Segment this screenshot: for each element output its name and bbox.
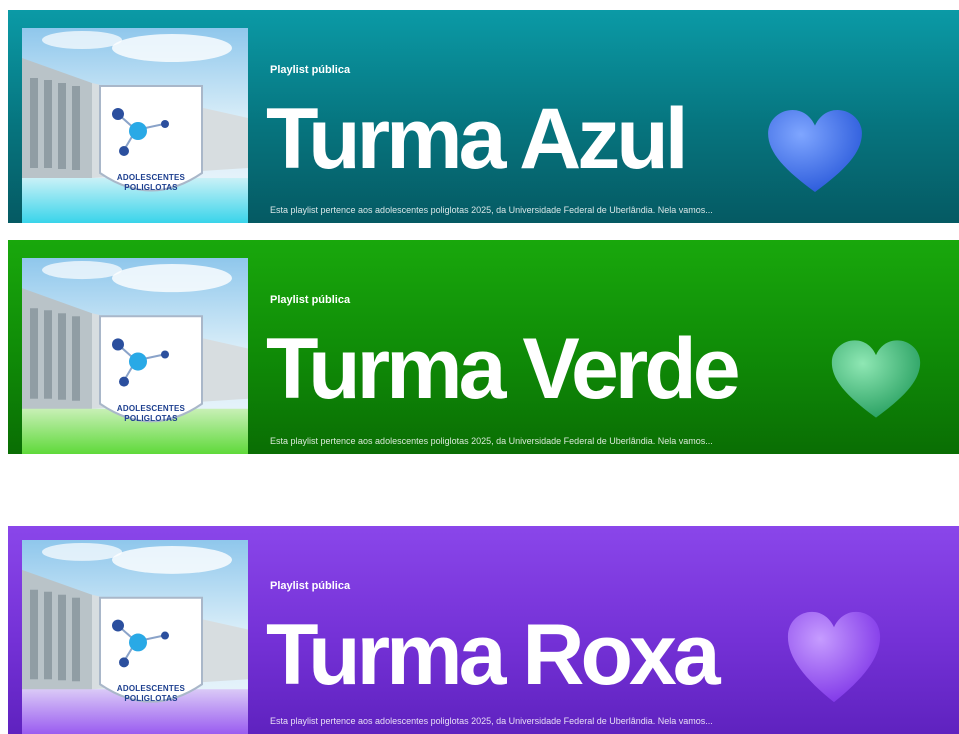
playlist-cover[interactable]: ADOLESCENTES POLIGLOTAS bbox=[22, 540, 248, 734]
playlist-title[interactable]: Turma Azul bbox=[266, 96, 689, 182]
playlist-type-label: Playlist pública bbox=[270, 580, 351, 592]
playlist-cover[interactable]: ADOLESCENTES POLIGLOTAS bbox=[22, 28, 248, 223]
purple-heart-icon bbox=[787, 611, 881, 703]
badge-line1: ADOLESCENTES bbox=[117, 173, 186, 182]
playlist-banner-turma-verde[interactable]: ADOLESCENTES POLIGLOTAS Playlist pública… bbox=[8, 240, 959, 454]
cover-art: ADOLESCENTES POLIGLOTAS bbox=[22, 258, 248, 454]
playlist-title[interactable]: Turma Verde bbox=[266, 326, 741, 412]
green-heart-icon bbox=[831, 340, 921, 418]
playlist-banner-turma-azul[interactable]: ADOLESCENTES POLIGLOTAS Playlist pública… bbox=[8, 10, 959, 223]
playlist-title[interactable]: Turma Roxa bbox=[266, 612, 721, 698]
badge-line1: ADOLESCENTES bbox=[117, 404, 186, 413]
badge-line1: ADOLESCENTES bbox=[117, 684, 185, 693]
playlist-description: Esta playlist pertence aos adolescentes … bbox=[270, 716, 713, 726]
badge-line2: POLIGLOTAS bbox=[124, 694, 177, 703]
playlist-cover[interactable]: ADOLESCENTES POLIGLOTAS bbox=[22, 258, 248, 454]
cover-art: ADOLESCENTES POLIGLOTAS bbox=[22, 28, 248, 223]
badge-line2: POLIGLOTAS bbox=[124, 414, 178, 423]
blue-heart-icon bbox=[768, 109, 862, 193]
cover-art: ADOLESCENTES POLIGLOTAS bbox=[22, 540, 248, 734]
playlist-description: Esta playlist pertence aos adolescentes … bbox=[270, 436, 713, 446]
playlist-type-label: Playlist pública bbox=[270, 64, 351, 76]
playlist-banner-turma-roxa[interactable]: ADOLESCENTES POLIGLOTAS Playlist pública… bbox=[8, 526, 959, 734]
playlist-type-label: Playlist pública bbox=[270, 294, 351, 306]
badge-line2: POLIGLOTAS bbox=[124, 183, 178, 192]
playlist-description: Esta playlist pertence aos adolescentes … bbox=[270, 205, 713, 215]
